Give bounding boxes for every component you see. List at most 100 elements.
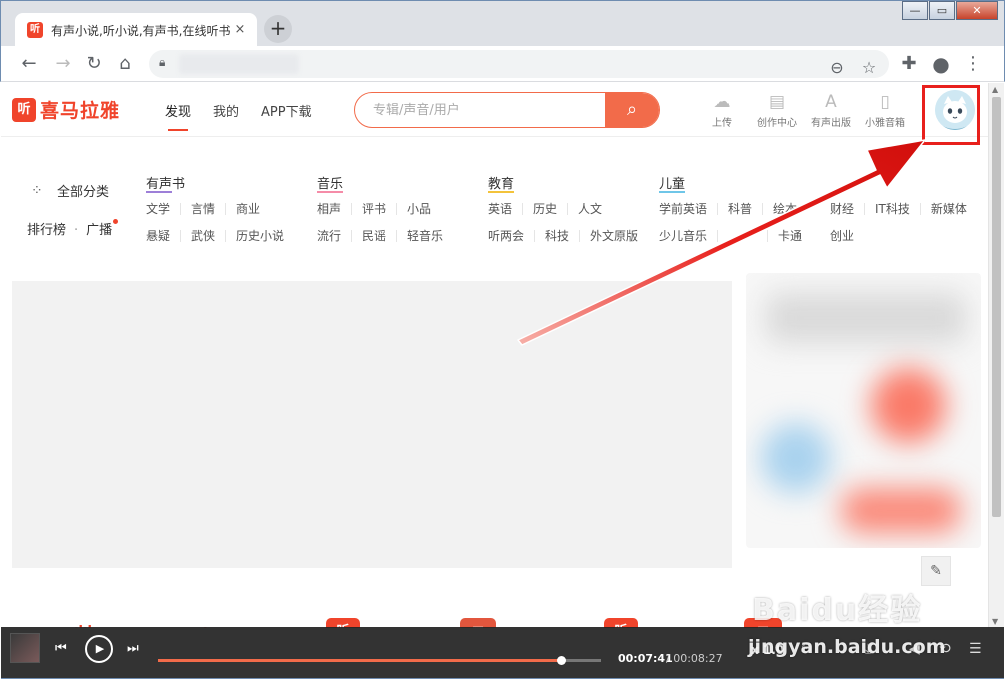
scrollbar-thumb[interactable] [992, 97, 1001, 517]
category-row: 创业 [830, 222, 987, 249]
category-title[interactable]: 有声书 [146, 173, 304, 195]
nav-discover[interactable]: 发现 [165, 101, 191, 131]
side-promo-card[interactable] [746, 273, 981, 548]
category-link[interactable]: 历史小说 [236, 230, 294, 242]
category-link[interactable]: 文学 [146, 203, 182, 215]
upload-button[interactable]: ☁ 上传 [695, 92, 749, 129]
category-children: 儿童 学前英语 科普 绘本 少儿音乐 卡通 [659, 173, 822, 249]
new-tab-button[interactable]: + [264, 15, 292, 43]
smart-speaker-icon: ▯ [880, 92, 890, 112]
nav-mine[interactable]: 我的 [213, 101, 239, 131]
category-link[interactable]: 悬疑 [146, 230, 182, 242]
broadcast-link[interactable]: 广播 [86, 223, 112, 238]
category-link[interactable]: 新媒体 [931, 203, 977, 215]
search-button[interactable]: ⌕ [605, 93, 659, 127]
category-link[interactable]: 科技 [545, 230, 581, 242]
forward-arrow-icon[interactable]: → [51, 52, 75, 76]
category-link[interactable]: 创业 [830, 230, 864, 242]
reload-icon[interactable]: ↻ [82, 52, 106, 76]
blurred-content [766, 293, 966, 343]
category-link[interactable]: 言情 [191, 203, 227, 215]
category-link[interactable]: 外文原版 [590, 230, 648, 242]
category-title[interactable]: 儿童 [659, 173, 822, 195]
url-text-blurred [179, 54, 299, 74]
search-input[interactable] [355, 93, 607, 127]
category-link[interactable]: 评书 [362, 203, 398, 215]
creator-center-button[interactable]: ▤ 创作中心 [750, 92, 804, 129]
minimize-button[interactable]: — [902, 1, 928, 20]
category-music: 音乐 相声 评书 小品 流行 民谣 轻音乐 [317, 173, 463, 249]
category-link[interactable]: 科普 [728, 203, 764, 215]
category-link[interactable]: 轻音乐 [407, 230, 453, 242]
address-bar[interactable]: 🔒︎ ⊖ ☆ [149, 50, 889, 78]
category-row: 听两会 科技 外文原版 [488, 222, 658, 249]
category-link[interactable]: 民谣 [362, 230, 398, 242]
scroll-down-icon[interactable]: ▼ [992, 617, 998, 626]
category-link[interactable]: 小品 [407, 203, 441, 215]
browser-tab[interactable]: 听 有声小说,听小说,有声书,在线听书 × [15, 13, 257, 47]
category-link[interactable]: 卡通 [778, 230, 812, 242]
feedback-edit-button[interactable]: ✎ [921, 556, 951, 586]
page-scrollbar[interactable]: ▲ ▼ [988, 83, 1004, 628]
category-title[interactable]: 教育 [488, 173, 658, 195]
site-header: 听 喜马拉雅 发现 我的 APP下载 ⌕ ☁ 上传 ▤ 创作中心 A 有声出版 … [1, 83, 988, 137]
smart-speaker-label: 小雅音箱 [865, 118, 905, 129]
category-link[interactable]: 流行 [317, 230, 353, 242]
scroll-up-icon[interactable]: ▲ [992, 85, 998, 94]
extensions-puzzle-icon[interactable]: ✚ [897, 52, 921, 76]
category-link[interactable]: 学前英语 [659, 203, 719, 215]
progress-knob[interactable] [556, 656, 566, 665]
nav-app-download[interactable]: APP下载 [261, 101, 312, 131]
category-extra: 财经 IT科技 新媒体 创业 [830, 195, 987, 249]
tab-close-icon[interactable]: × [231, 21, 249, 39]
creator-center-label: 创作中心 [757, 118, 797, 129]
home-icon[interactable]: ⌂ [113, 52, 137, 76]
play-button[interactable]: ▶ [85, 635, 113, 663]
category-link[interactable]: 听两会 [488, 230, 536, 242]
category-link[interactable]: 武侠 [191, 230, 227, 242]
window-close-button[interactable]: ✕ [956, 1, 998, 20]
tab-title: 有声小说,听小说,有声书,在线听书 [51, 24, 231, 38]
category-link[interactable]: 历史 [533, 203, 569, 215]
play-icon: ▶ [95, 642, 105, 655]
category-link[interactable]: 人文 [578, 203, 612, 215]
category-link[interactable]: 英语 [488, 203, 524, 215]
category-link[interactable]: 相声 [317, 203, 353, 215]
audio-publish-button[interactable]: A 有声出版 [804, 92, 858, 129]
search-icon: ⌕ [626, 99, 638, 120]
all-categories-label: 全部分类 [57, 185, 110, 200]
total-time: / 00:08:27 [666, 652, 723, 665]
link-separator: · [74, 223, 79, 238]
category-link[interactable]: 少儿音乐 [659, 230, 719, 242]
category-link[interactable]: IT科技 [875, 203, 921, 215]
edit-icon: ✎ [930, 563, 942, 579]
browser-titlebar: 听 有声小说,听小说,有声书,在线听书 × + — ▭ ✕ [0, 0, 1005, 47]
previous-track-icon[interactable]: ⏮ [55, 639, 67, 659]
category-audiobook: 有声书 文学 言情 商业 悬疑 武侠 历史小说 [146, 173, 304, 249]
profile-icon[interactable]: ● [929, 52, 953, 76]
baidu-watermark: Baidu经验 [752, 593, 923, 628]
category-row: 财经 IT科技 新媒体 [830, 195, 987, 222]
back-arrow-icon[interactable]: ← [17, 52, 41, 76]
playlist-icon[interactable]: ☰ [969, 641, 982, 657]
hero-banner[interactable] [12, 281, 732, 568]
next-track-icon[interactable]: ⏭ [127, 639, 139, 659]
site-logo[interactable]: 听 喜马拉雅 [12, 96, 120, 123]
category-title[interactable]: 音乐 [317, 173, 463, 195]
logo-text: 喜马拉雅 [40, 100, 121, 122]
rank-link[interactable]: 排行榜 [27, 223, 66, 238]
smart-speaker-button[interactable]: ▯ 小雅音箱 [858, 92, 912, 129]
bookmark-star-icon[interactable]: ☆ [857, 56, 881, 80]
all-categories-button[interactable]: ⁘ 全部分类 [31, 181, 110, 201]
category-link[interactable]: 商业 [236, 203, 270, 215]
maximize-button[interactable]: ▭ [929, 1, 955, 20]
broadcast-badge [113, 219, 119, 224]
category-link[interactable] [728, 230, 769, 242]
progress-bar[interactable] [158, 656, 601, 665]
category-link[interactable]: 财经 [830, 203, 866, 215]
zoom-icon[interactable]: ⊖ [825, 56, 849, 80]
annotation-highlight-box [922, 85, 980, 145]
menu-kebab-icon[interactable]: ⋮ [961, 52, 985, 76]
category-link[interactable]: 绘本 [773, 203, 807, 215]
track-cover[interactable] [10, 633, 40, 663]
